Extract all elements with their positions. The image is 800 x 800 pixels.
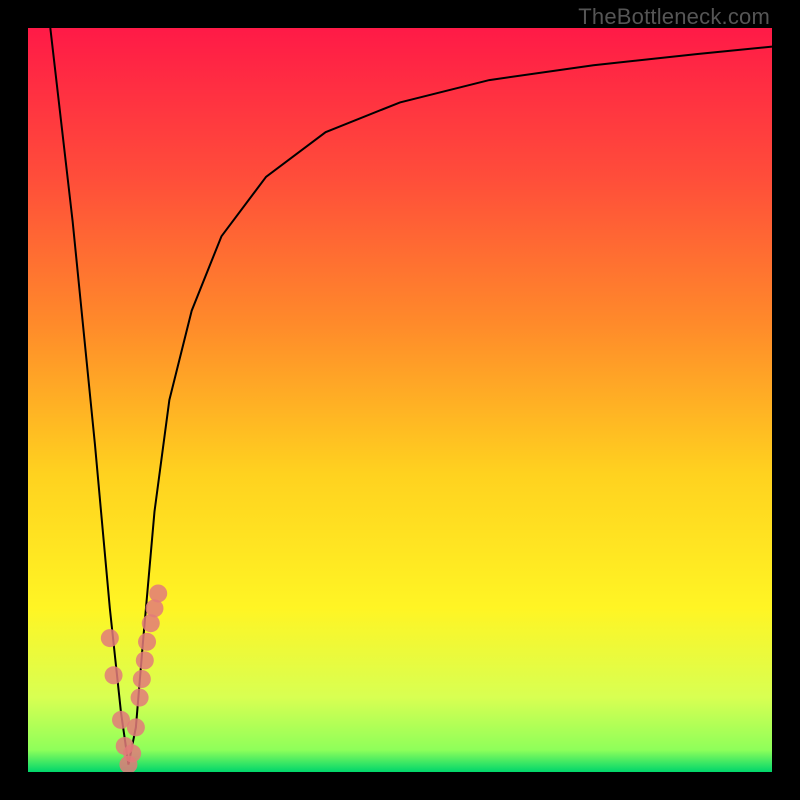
marker-dot <box>138 633 156 651</box>
marker-dot <box>123 744 141 762</box>
watermark-text: TheBottleneck.com <box>578 4 770 30</box>
marker-dot <box>149 584 167 602</box>
bottleneck-chart <box>28 28 772 772</box>
marker-dot <box>127 718 145 736</box>
marker-dot <box>101 629 119 647</box>
marker-dot <box>105 666 123 684</box>
marker-dot <box>131 689 149 707</box>
marker-dot <box>133 670 151 688</box>
chart-frame <box>28 28 772 772</box>
marker-dot <box>136 651 154 669</box>
